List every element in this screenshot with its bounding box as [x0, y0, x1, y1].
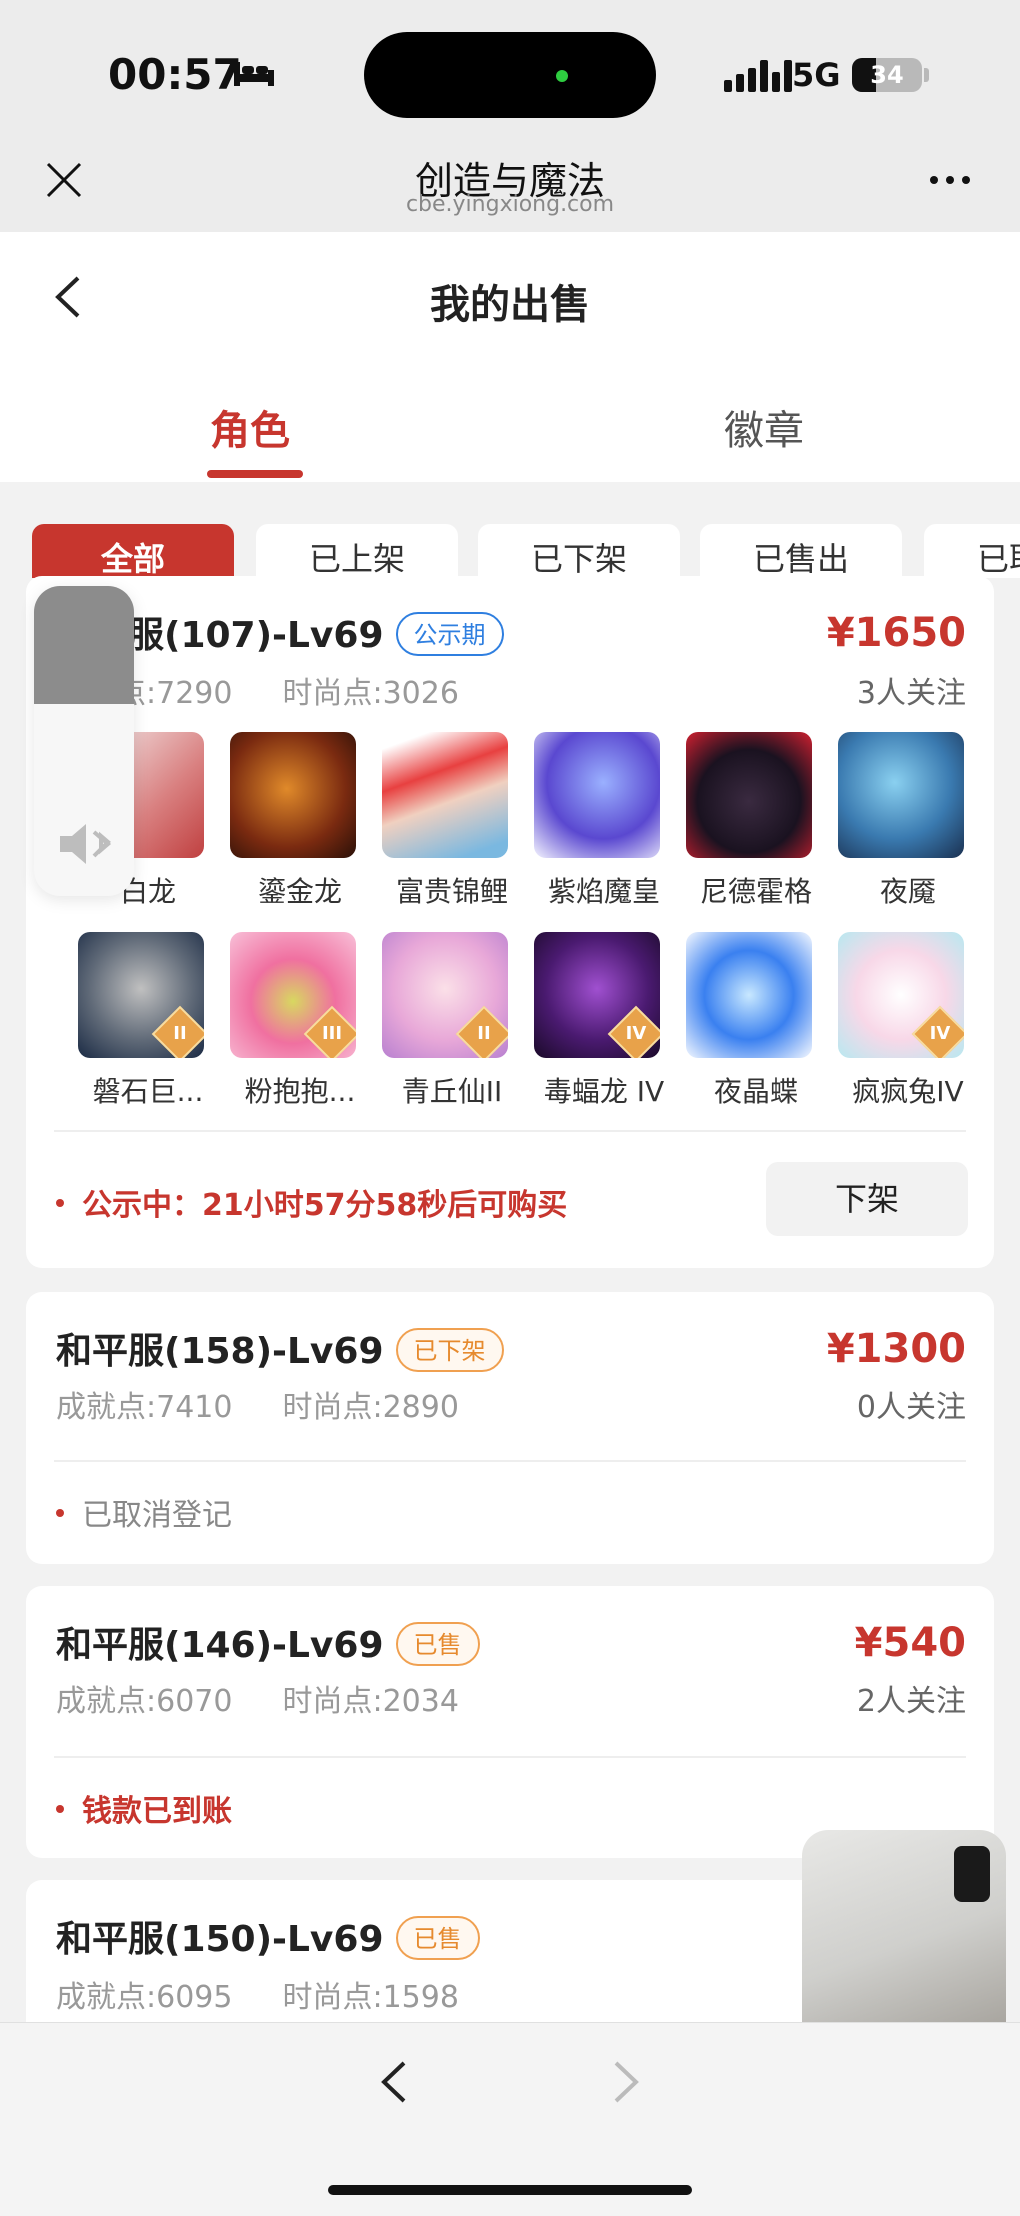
tier-badge: III: [303, 1005, 356, 1058]
listing-price: ¥1650: [826, 610, 966, 656]
status-badge: 已售: [395, 1622, 480, 1666]
status-badge: 已下架: [395, 1328, 504, 1372]
crystal-butterfly-icon: [686, 932, 812, 1058]
divider: [54, 1130, 966, 1132]
pet-item[interactable]: III 粉抱抱...: [230, 932, 360, 1110]
browser-bottom-bar: [0, 2022, 1020, 2216]
pet-item[interactable]: IV 毒蝠龙 IV: [534, 932, 664, 1110]
purple-phoenix-icon: [534, 732, 660, 858]
notice-text: 钱款已到账: [56, 1786, 232, 1830]
follow-count: 2人关注: [856, 1684, 966, 1719]
page-header: 我的出售 角色 徽章: [0, 232, 1020, 482]
pet-item[interactable]: 尼德霍格: [686, 732, 816, 910]
delist-button[interactable]: 下架: [766, 1162, 968, 1236]
pet-item[interactable]: II 青丘仙II: [382, 932, 512, 1110]
listing-stats: 成就点:6095 时尚点:1598: [56, 1972, 459, 2016]
status-badge: 已售: [395, 1916, 480, 1960]
pet-item[interactable]: 夜魇: [838, 732, 968, 910]
listing-price: ¥1300: [826, 1326, 966, 1372]
tab-badge[interactable]: 徽章: [724, 398, 804, 456]
battery-tip: [924, 68, 929, 82]
listing-title: 和平服(158)-Lv69 已下架: [56, 1322, 504, 1374]
filter-sold[interactable]: 已售出: [700, 524, 902, 578]
follow-count: 0人关注: [856, 1390, 966, 1425]
divider: [54, 1756, 966, 1758]
night-beast-icon: [838, 732, 964, 858]
tier-badge: II: [455, 1005, 508, 1058]
tab-role[interactable]: 角色: [210, 398, 290, 456]
listing-price: ¥540: [854, 1620, 966, 1666]
pet-item[interactable]: 鎏金龙: [230, 732, 360, 910]
listing-stats: 成就点:7410 时尚点:2890: [56, 1382, 459, 1426]
status-badge: 公示期: [395, 612, 504, 656]
achievement-points: 成就点:6095: [56, 1980, 233, 2015]
tier-badge: IV: [607, 1005, 660, 1058]
browser-header: 创造与魔法 cbe.yingxiong.com: [0, 150, 1020, 232]
dynamic-island: [364, 32, 656, 118]
pet-grid: 白龙 鎏金龙 富贵锦鲤 紫焰魔皇 尼德霍格 夜魇 II 磐石巨... III 粉…: [56, 732, 986, 1108]
listing-title: 和平服(150)-Lv69 已售: [56, 1910, 480, 1962]
cellular-signal-icon: [724, 58, 792, 92]
tier-badge: IV: [911, 1005, 964, 1058]
battery-level: 34: [870, 61, 904, 89]
page-title: 我的出售: [430, 282, 590, 328]
fashion-points: 时尚点:3026: [282, 676, 459, 711]
filter-all[interactable]: 全部: [32, 524, 234, 578]
battery-icon: 34: [852, 58, 922, 92]
camera-indicator-dot: [556, 70, 568, 82]
pet-item[interactable]: 紫焰魔皇: [534, 732, 664, 910]
dragon-gold-icon: [230, 732, 356, 858]
notice-text: 已取消登记: [56, 1490, 232, 1534]
listing-card[interactable]: 和平服(146)-Lv69 已售 ¥540 2人关注 成就点:6070 时尚点:20…: [26, 1586, 994, 1858]
listing-card[interactable]: 和平服(107)-Lv69 公示期 ¥1650 3人关注 成就点:7290 时尚点:…: [26, 576, 994, 1268]
listing-card[interactable]: 和平服(158)-Lv69 已下架 ¥1300 0人关注 成就点:7410 时尚点:…: [26, 1292, 994, 1564]
pet-item[interactable]: 富贵锦鲤: [382, 732, 512, 910]
home-indicator: [328, 2185, 692, 2195]
fashion-points: 时尚点:1598: [282, 1980, 459, 2015]
achievement-points: 成就点:7410: [56, 1390, 233, 1425]
koi-fish-icon: [382, 732, 508, 858]
fox-fairy-icon: II: [382, 932, 508, 1058]
notice-text: 公示中：21小时57分58秒后可购买: [56, 1180, 567, 1224]
volume-hud: [34, 586, 134, 896]
network-type: 5G: [792, 56, 841, 94]
listing-title: 和平服(146)-Lv69 已售: [56, 1616, 480, 1668]
filter-cancelled[interactable]: 已取消: [924, 524, 1020, 578]
fashion-points: 时尚点:2890: [282, 1390, 459, 1425]
crazy-rabbit-icon: IV: [838, 932, 964, 1058]
pink-bear-icon: III: [230, 932, 356, 1058]
poison-bat-dragon-icon: IV: [534, 932, 660, 1058]
status-bar: 00:57 5G 34: [0, 0, 1020, 150]
pet-item[interactable]: 夜晶蝶: [686, 932, 816, 1110]
nav-forward-icon[interactable]: [610, 2057, 642, 2107]
sleep-focus-icon: [234, 62, 274, 86]
status-time: 00:57: [108, 50, 242, 99]
pip-camera-icon: [954, 1846, 990, 1902]
rock-giant-icon: II: [78, 932, 204, 1058]
filter-listed[interactable]: 已上架: [256, 524, 458, 578]
speaker-muted-icon: [60, 824, 112, 864]
follow-count: 3人关注: [856, 676, 966, 711]
volume-level-fill: [34, 586, 134, 704]
black-dragon-icon: [686, 732, 812, 858]
divider: [54, 1460, 966, 1462]
filter-delisted[interactable]: 已下架: [478, 524, 680, 578]
filter-bar: 全部 已上架 已下架 已售出 已取消: [0, 482, 1020, 578]
pet-item[interactable]: II 磐石巨...: [78, 932, 208, 1110]
pet-item[interactable]: IV 疯疯兔IV: [838, 932, 968, 1110]
site-url: cbe.yingxiong.com: [405, 192, 615, 217]
active-tab-indicator: [207, 470, 303, 478]
tier-badge: II: [151, 1005, 204, 1058]
achievement-points: 成就点:6070: [56, 1684, 233, 1719]
fashion-points: 时尚点:2034: [282, 1684, 459, 1719]
listing-stats: 成就点:6070 时尚点:2034: [56, 1676, 459, 1720]
nav-back-icon[interactable]: [378, 2057, 410, 2107]
more-options-icon[interactable]: [930, 176, 970, 184]
